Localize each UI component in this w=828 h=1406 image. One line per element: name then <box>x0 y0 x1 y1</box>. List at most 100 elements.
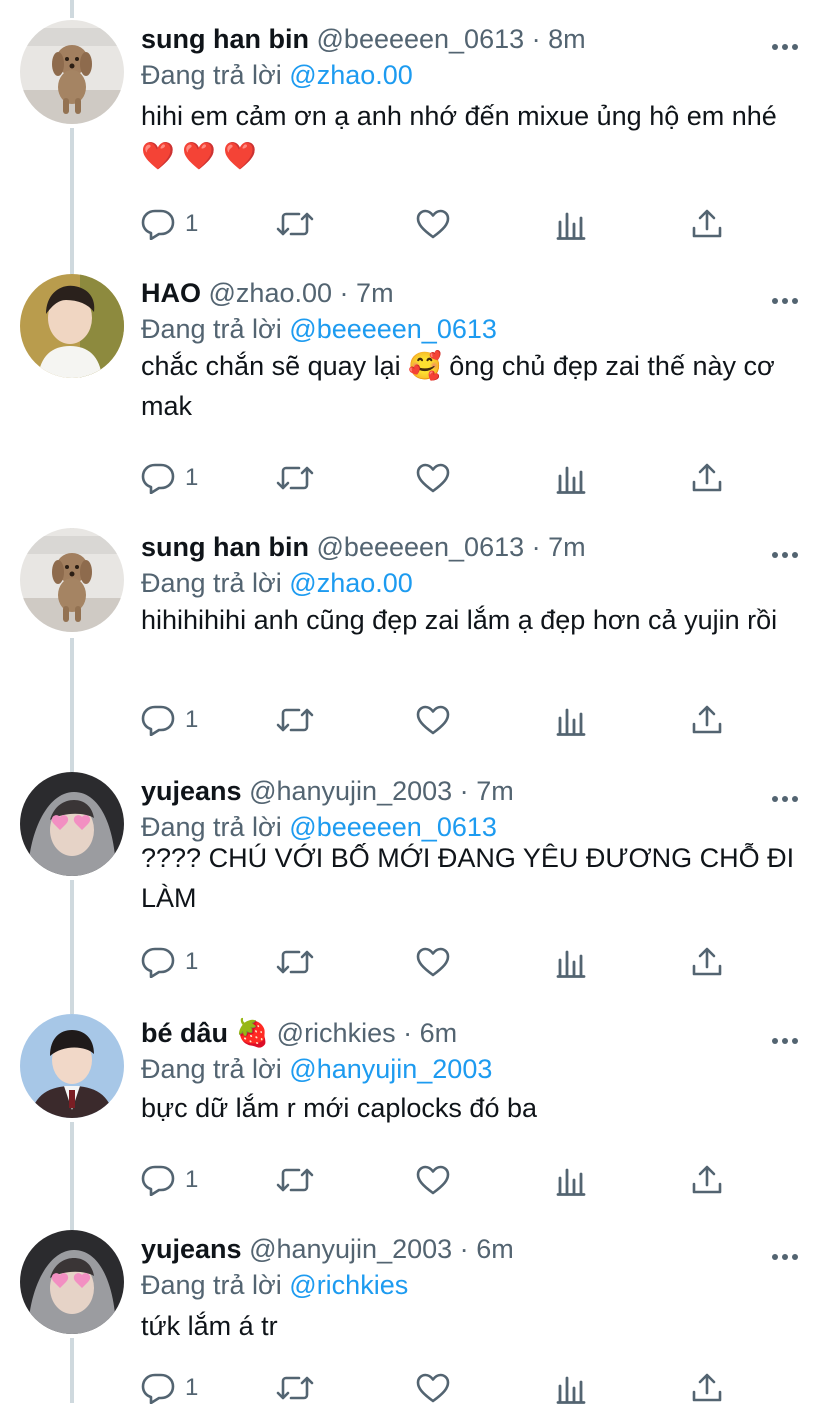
like-button[interactable] <box>416 206 450 242</box>
share-icon <box>691 462 723 494</box>
timestamp[interactable]: 7m <box>476 776 514 806</box>
like-button[interactable] <box>416 944 450 980</box>
analytics-button[interactable] <box>556 460 586 496</box>
timestamp[interactable]: 6m <box>420 1018 458 1048</box>
heart-icon <box>416 705 450 735</box>
avatar-boy-heart-glasses-photo[interactable] <box>20 1230 124 1334</box>
reply-button[interactable]: 1 <box>141 702 198 738</box>
avatar-poodle-dog-photo[interactable] <box>20 528 124 632</box>
like-button[interactable] <box>416 702 450 738</box>
timestamp[interactable]: 7m <box>356 278 394 308</box>
tweet-5[interactable]: bé dâu 🍓 @richkies · 6m Đang trả lời @ha… <box>0 994 828 1210</box>
tweet-1[interactable]: sung han bin @beeeeen_0613 · 8m Đang trả… <box>0 0 828 254</box>
separator-dot: · <box>339 278 349 308</box>
retweet-button[interactable] <box>276 1370 314 1406</box>
tweet-3[interactable]: sung han bin @beeeeen_0613 · 7m Đang trả… <box>0 508 828 752</box>
retweet-button[interactable] <box>276 944 314 980</box>
tweet-text: hihi em cảm ơn ạ anh nhớ đến mixue ủng h… <box>141 101 777 171</box>
mention-link[interactable]: @richkies <box>289 1270 408 1300</box>
mention-link[interactable]: @hanyujin_2003 <box>289 1054 492 1084</box>
mention-link[interactable]: @beeeeen_0613 <box>289 314 497 344</box>
retweet-button[interactable] <box>276 1162 314 1198</box>
like-button[interactable] <box>416 1370 450 1406</box>
like-button[interactable] <box>416 1162 450 1198</box>
share-button[interactable] <box>691 1370 723 1406</box>
more-options-icon[interactable] <box>772 1248 798 1260</box>
more-options-icon[interactable] <box>772 292 798 304</box>
timestamp[interactable]: 8m <box>548 24 586 54</box>
user-handle[interactable]: @beeeeen_0613 <box>317 532 525 562</box>
share-button[interactable] <box>691 206 723 242</box>
share-icon <box>691 946 723 978</box>
reply-prefix: Đang trả lời <box>141 1270 282 1300</box>
display-name[interactable]: yujeans <box>141 1234 242 1264</box>
timestamp[interactable]: 7m <box>548 532 586 562</box>
analytics-button[interactable] <box>556 1370 586 1406</box>
analytics-icon <box>556 946 586 978</box>
timestamp[interactable]: 6m <box>476 1234 514 1264</box>
more-options-icon[interactable] <box>772 1032 798 1044</box>
action-bar: 1 <box>141 702 798 738</box>
avatar-poodle-dog-photo[interactable] <box>20 20 124 124</box>
user-handle[interactable]: @zhao.00 <box>209 278 333 308</box>
reply-button[interactable]: 1 <box>141 1370 198 1406</box>
tweet-header: sung han bin @beeeeen_0613 · 8m <box>141 22 758 56</box>
replying-to: Đang trả lời @zhao.00 <box>141 58 413 92</box>
avatar-boy-school-uniform-photo[interactable] <box>20 1014 124 1118</box>
reply-button[interactable]: 1 <box>141 460 198 496</box>
analytics-button[interactable] <box>556 702 586 738</box>
like-button[interactable] <box>416 460 450 496</box>
tweet-text: hihihihihi anh cũng đẹp zai lắm ạ đẹp hơ… <box>141 605 778 635</box>
reply-button[interactable]: 1 <box>141 1162 198 1198</box>
reply-count: 1 <box>185 210 199 237</box>
share-button[interactable] <box>691 702 723 738</box>
tweet-header: bé dâu 🍓 @richkies · 6m <box>141 1016 758 1050</box>
user-handle[interactable]: @beeeeen_0613 <box>317 24 525 54</box>
reply-prefix: Đang trả lời <box>141 568 282 598</box>
display-name[interactable]: HAO <box>141 278 201 308</box>
retweet-button[interactable] <box>276 702 314 738</box>
separator-dot: · <box>531 24 541 54</box>
separator-dot: · <box>531 532 541 562</box>
avatar-boy-heart-glasses-photo[interactable] <box>20 772 124 876</box>
separator-dot: · <box>403 1018 413 1048</box>
action-bar: 1 <box>141 944 798 980</box>
mention-link[interactable]: @zhao.00 <box>289 568 413 598</box>
reply-count: 1 <box>185 1374 199 1401</box>
user-handle[interactable]: @hanyujin_2003 <box>249 1234 452 1264</box>
reply-button[interactable]: 1 <box>141 206 198 242</box>
reply-button[interactable]: 1 <box>141 944 198 980</box>
reply-count: 1 <box>185 1166 199 1193</box>
share-icon <box>691 1164 723 1196</box>
reply-count: 1 <box>185 706 199 733</box>
retweet-button[interactable] <box>276 206 314 242</box>
user-handle[interactable]: @hanyujin_2003 <box>249 776 452 806</box>
share-button[interactable] <box>691 460 723 496</box>
tweet-2[interactable]: HAO @zhao.00 · 7m Đang trả lời @beeeeen_… <box>0 254 828 508</box>
tweet-header: yujeans @hanyujin_2003 · 6m <box>141 1232 758 1266</box>
analytics-button[interactable] <box>556 206 586 242</box>
share-button[interactable] <box>691 944 723 980</box>
reply-icon <box>141 946 175 978</box>
retweet-button[interactable] <box>276 460 314 496</box>
tweet-6[interactable]: yujeans @hanyujin_2003 · 6m Đang trả lời… <box>0 1210 828 1406</box>
more-options-icon[interactable] <box>772 546 798 558</box>
retweet-icon <box>276 1165 314 1195</box>
more-options-icon[interactable] <box>772 790 798 802</box>
replying-to: Đang trả lời @beeeeen_0613 <box>141 312 497 346</box>
mention-link[interactable]: @zhao.00 <box>289 60 413 90</box>
analytics-button[interactable] <box>556 1162 586 1198</box>
display-name[interactable]: bé dâu 🍓 <box>141 1018 269 1048</box>
more-options-icon[interactable] <box>772 38 798 50</box>
tweet-4[interactable]: yujeans @hanyujin_2003 · 7m Đang trả lời… <box>0 752 828 994</box>
share-icon <box>691 704 723 736</box>
display-name[interactable]: sung han bin <box>141 24 309 54</box>
avatar-young-man-photo[interactable] <box>20 274 124 378</box>
share-button[interactable] <box>691 1162 723 1198</box>
tweet-text: bực dữ lắm r mới caplocks đó ba <box>141 1093 537 1123</box>
user-handle[interactable]: @richkies <box>277 1018 396 1048</box>
reply-icon <box>141 462 175 494</box>
display-name[interactable]: yujeans <box>141 776 242 806</box>
display-name[interactable]: sung han bin <box>141 532 309 562</box>
analytics-button[interactable] <box>556 944 586 980</box>
